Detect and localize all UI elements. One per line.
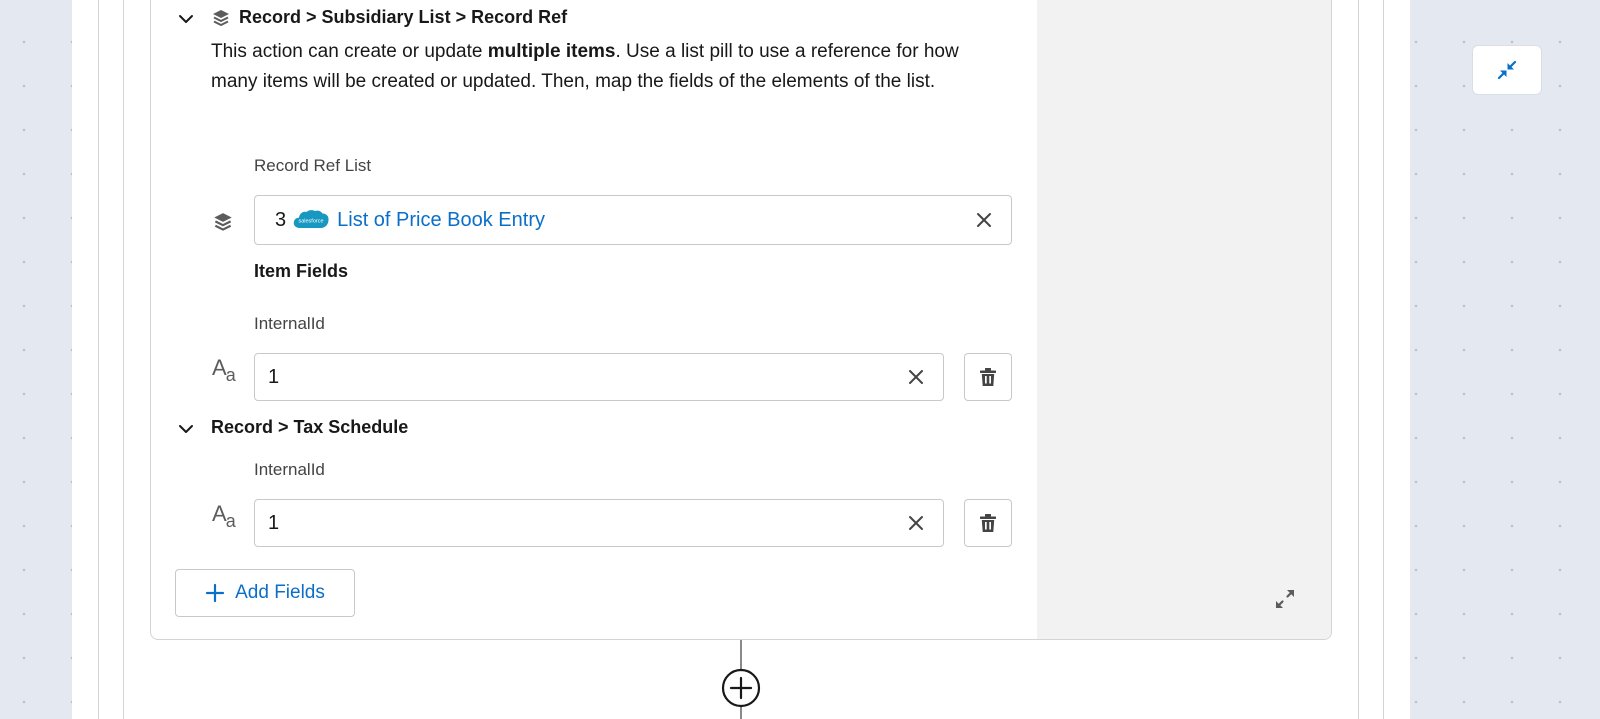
section-title-subsidiary: Record > Subsidiary List > Record Ref xyxy=(239,7,568,27)
delete-field-button[interactable] xyxy=(964,353,1012,401)
text-type-glyph-b: a xyxy=(225,511,236,531)
close-icon[interactable] xyxy=(907,368,925,386)
desc-bold: multiple items xyxy=(487,41,616,62)
internal-id-input[interactable]: 1 xyxy=(254,499,944,547)
text-type-icon: Aa xyxy=(212,355,237,385)
chevron-down-icon[interactable] xyxy=(177,420,195,438)
record-ref-list-input[interactable]: 3 salesforce List of Price Book Entry xyxy=(254,195,1012,245)
multiple-items-description: This action can create or update multipl… xyxy=(211,37,991,97)
salesforce-logo-text: salesforce xyxy=(299,219,324,225)
text-type-glyph-a: A xyxy=(212,501,227,526)
internal-id-input[interactable]: 1 xyxy=(254,353,944,401)
add-step-icon[interactable] xyxy=(721,668,761,708)
delete-field-button[interactable] xyxy=(964,499,1012,547)
desc-text-1: This action can create or update xyxy=(211,41,488,62)
item-fields-title: Item Fields xyxy=(254,261,349,281)
canvas-border-left-inner xyxy=(123,0,124,719)
record-ref-list-label: Record Ref List xyxy=(254,156,372,175)
canvas-border-right-inner xyxy=(1358,0,1359,719)
close-icon[interactable] xyxy=(975,211,993,229)
pill-count: 3 xyxy=(275,208,287,231)
internal-id-value: 1 xyxy=(268,511,280,534)
text-type-glyph-a: A xyxy=(212,355,227,380)
trash-icon xyxy=(980,514,996,532)
add-icon xyxy=(206,583,225,603)
add-fields-label: Add Fields xyxy=(235,582,325,603)
close-icon[interactable] xyxy=(907,514,925,532)
canvas-border-left xyxy=(98,0,99,719)
card-side-panel xyxy=(1037,0,1331,639)
expand-icon[interactable] xyxy=(1273,587,1297,611)
action-config-card: Record > Subsidiary List > Record Ref Th… xyxy=(150,0,1332,640)
salesforce-logo-icon: salesforce xyxy=(292,207,330,233)
trash-icon xyxy=(980,368,996,386)
pill-link-list-of-price-book-entry[interactable]: List of Price Book Entry xyxy=(337,209,545,232)
internal-id-label: InternalId xyxy=(254,314,325,333)
collapse-icon xyxy=(1497,60,1517,80)
add-fields-button[interactable]: Add Fields xyxy=(175,569,355,617)
chevron-down-icon[interactable] xyxy=(177,10,195,28)
collapse-button[interactable] xyxy=(1472,45,1542,95)
canvas-border-right xyxy=(1383,0,1384,719)
layers-icon xyxy=(213,10,229,26)
text-type-icon: Aa xyxy=(212,501,237,531)
internal-id-label: InternalId xyxy=(254,460,325,479)
layers-icon xyxy=(214,213,232,231)
internal-id-value: 1 xyxy=(268,365,280,388)
text-type-glyph-b: a xyxy=(225,365,236,385)
section-title-tax-schedule: Record > Tax Schedule xyxy=(211,417,409,437)
